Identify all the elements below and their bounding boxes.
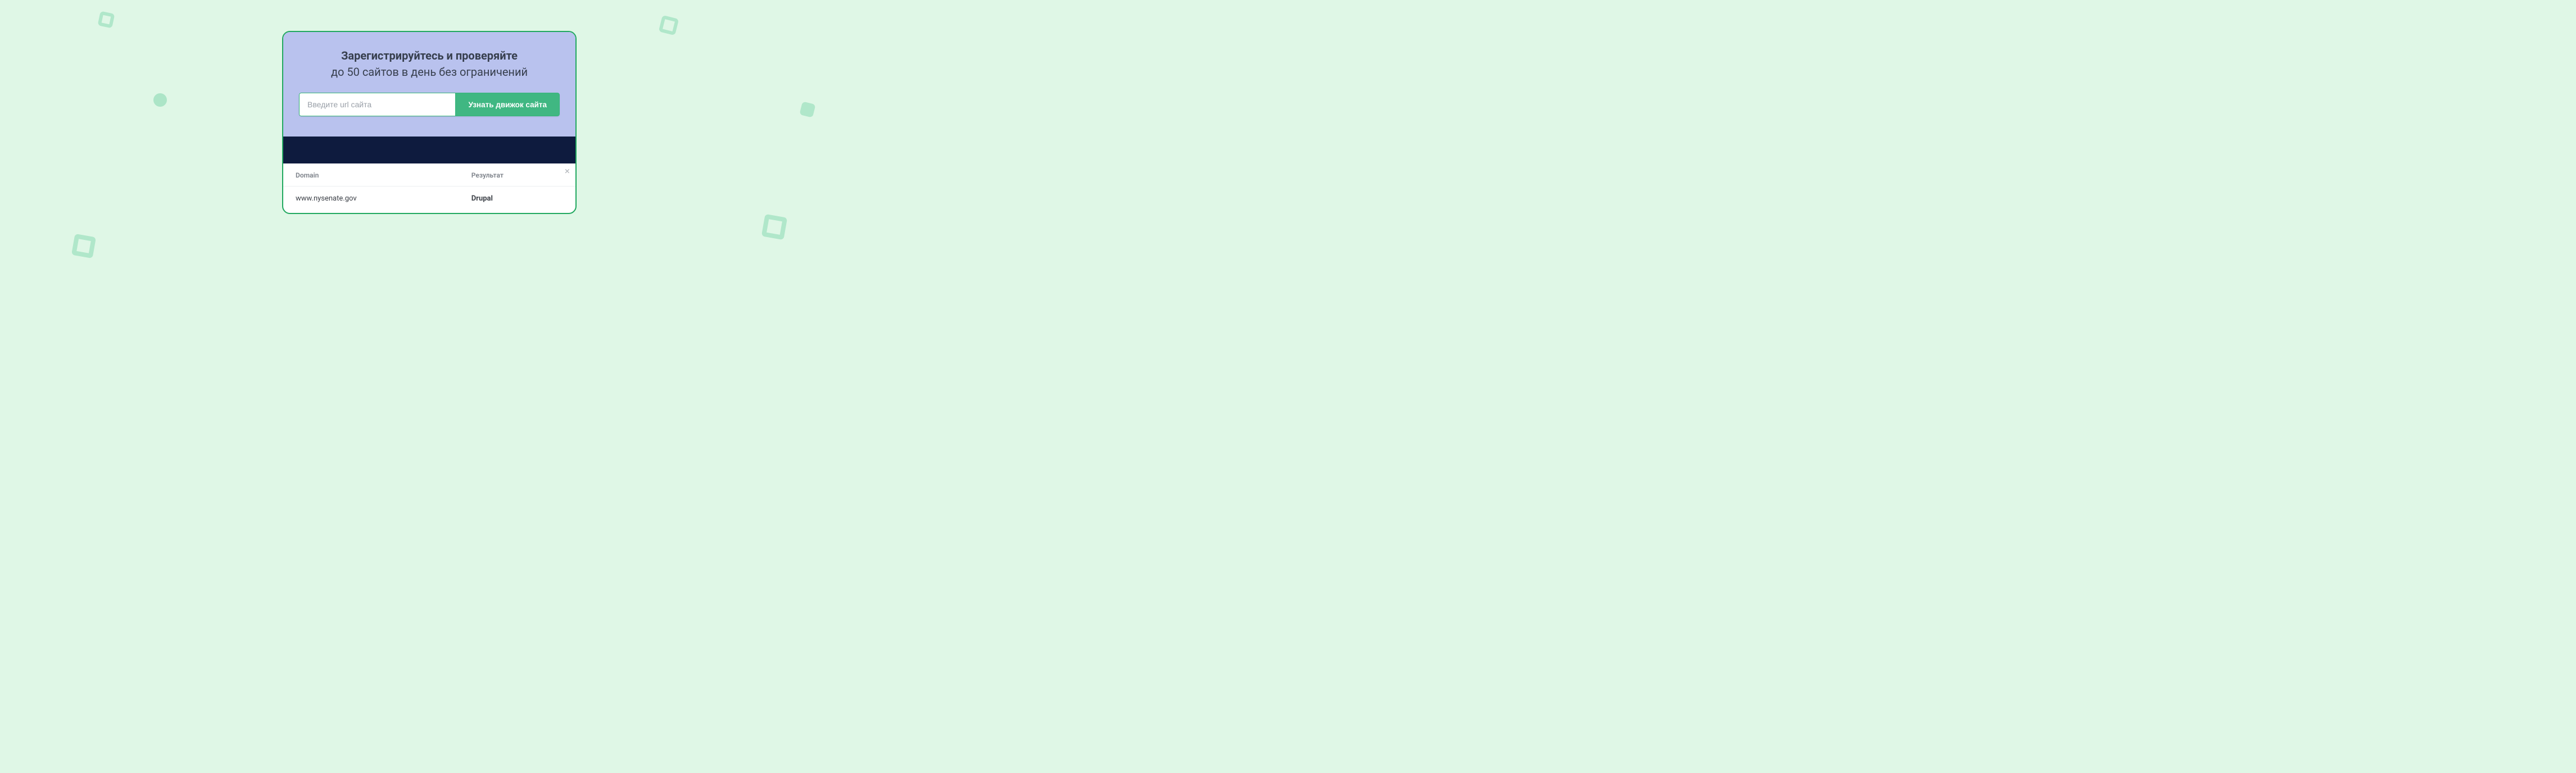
headline: Зарегистрируйтесь и проверяйте до 50 сай… [299,48,560,80]
cell-domain: www.nysenate.gov [283,187,459,213]
deco-square-icon [761,214,787,240]
results-panel: × Domain Результат www.nysenate.gov Drup… [283,163,575,213]
cell-result[interactable]: Drupal [459,187,575,213]
headline-sub: до 50 сайтов в день без ограничений [299,64,560,80]
close-icon[interactable]: × [565,167,570,176]
card-header-panel: Зарегистрируйтесь и проверяйте до 50 сай… [283,32,575,137]
deco-square-icon [71,234,96,258]
detector-card: Зарегистрируйтесь и проверяйте до 50 сай… [282,31,577,214]
col-header-result: Результат [459,163,575,187]
url-input[interactable] [299,93,455,116]
headline-bold: Зарегистрируйтесь и проверяйте [299,48,560,64]
deco-square-icon [799,101,815,117]
results-table: Domain Результат www.nysenate.gov Drupal [283,163,575,213]
table-row: www.nysenate.gov Drupal [283,187,575,213]
col-header-domain: Domain [283,163,459,187]
url-input-row: Узнать движок сайта [299,93,560,116]
deco-circle-icon [153,93,167,107]
deco-square-icon [659,15,679,35]
dark-band [283,137,575,163]
detect-engine-button[interactable]: Узнать движок сайта [455,93,560,116]
deco-square-icon [98,11,115,29]
